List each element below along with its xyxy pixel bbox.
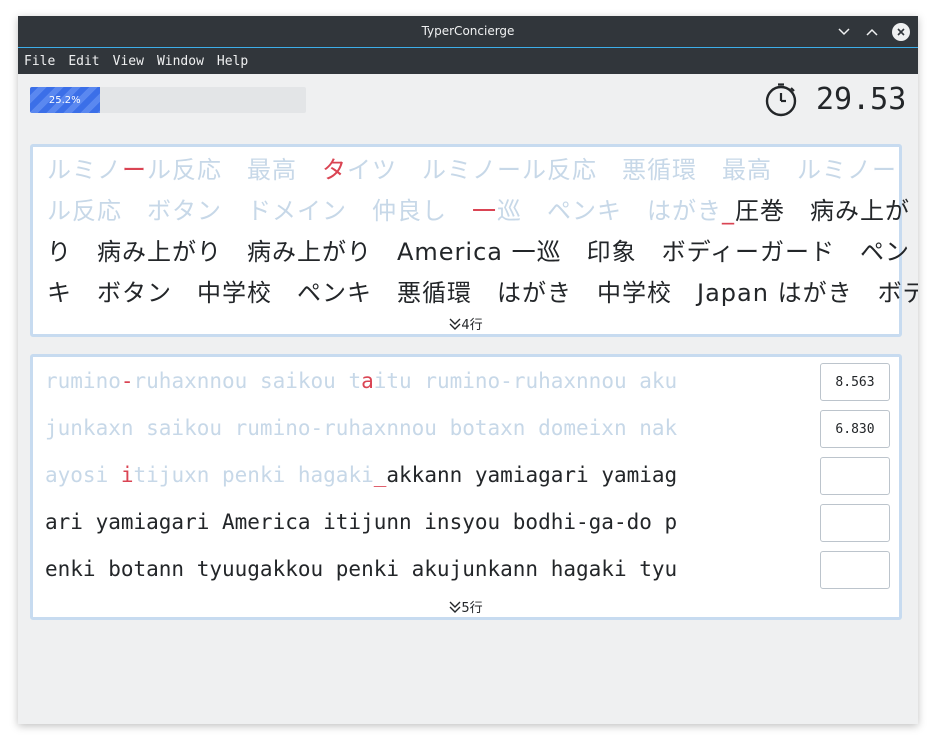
mistyped-char: タ	[322, 156, 347, 184]
stopwatch-icon	[765, 83, 797, 117]
app-window: TyperConcierge File Edit View Window Hel…	[18, 16, 918, 724]
typing-cursor: _	[722, 197, 735, 225]
romaji-line: rumino-ruhaxnnou saikou taitu rumino-ruh…	[45, 369, 677, 393]
expand-lines-label: 5行	[461, 601, 483, 616]
untyped-text: enki botann tyuugakkou penki akujunkann …	[45, 557, 678, 581]
japanese-line: ル反応 ボタン ドメイン 仲良し 一巡 ペンキ はがき_圧巻 病み上が	[47, 191, 910, 226]
mistyped-char: -	[120, 369, 134, 393]
expand-lines-label: 4行	[461, 318, 483, 333]
close-icon	[897, 28, 905, 36]
line-time-field[interactable]	[820, 457, 890, 495]
progress-label: 25.2%	[48, 94, 81, 106]
japanese-text-panel[interactable]: ルミノール反応 最高 タイツ ルミノール反応 悪循環 最高 ルミノー ル反応 ボ…	[30, 144, 918, 337]
romaji-line: ayosi itijuxn penki hagaki_akkann yamiag…	[45, 463, 677, 487]
typed-text: itu rumino-ruhaxnnou aku	[373, 369, 678, 393]
typed-text: ル反応 ボタン ドメイン 仲良し	[47, 197, 472, 225]
menu-edit[interactable]: Edit	[68, 54, 99, 69]
line-time-field[interactable]	[820, 504, 890, 542]
close-button[interactable]	[892, 23, 910, 41]
japanese-line: ルミノール反応 最高 タイツ ルミノール反応 悪循環 最高 ルミノー	[47, 150, 897, 185]
title-bar: TyperConcierge	[18, 16, 918, 48]
untyped-text: キ ボタン 中学校 ペンキ 悪循環 はがき 中学校 Japan はがき ボデ	[47, 279, 918, 307]
untyped-text: akkann yamiagari yamiag	[386, 463, 678, 487]
typed-text: 巡 ペンキ はがき	[497, 197, 722, 225]
double-chevron-down-icon	[449, 318, 461, 330]
menu-help[interactable]: Help	[217, 54, 248, 69]
timer-value: 29.53	[816, 82, 907, 117]
typed-text: ル反応 最高	[147, 156, 322, 184]
chevron-up-icon	[866, 28, 878, 36]
untyped-text: ari yamiagari America itijunn insyou bod…	[45, 510, 678, 534]
mistyped-char: 一	[472, 197, 497, 225]
romaji-line: junkaxn saikou rumino-ruhaxnnou botaxn d…	[45, 416, 677, 440]
progress-bar: 25.2%	[30, 87, 306, 113]
untyped-text: 圧巻 病み上が	[735, 197, 910, 225]
chevron-down-icon	[838, 28, 850, 36]
untyped-text: り 病み上がり 病み上がり America 一巡 印象 ボディーガード ペン	[47, 238, 910, 266]
mistyped-char: ー	[122, 156, 147, 184]
window-title: TyperConcierge	[421, 24, 515, 38]
expand-lines-button[interactable]: 5行	[33, 597, 899, 616]
mistyped-char: a	[361, 369, 374, 393]
menu-window[interactable]: Window	[157, 54, 204, 69]
menu-view[interactable]: View	[113, 54, 144, 69]
typed-text: ayosi	[45, 463, 121, 487]
typed-text: ルミノ	[47, 156, 122, 184]
menu-file[interactable]: File	[24, 54, 55, 69]
double-chevron-down-icon	[449, 601, 461, 613]
japanese-line: り 病み上がり 病み上がり America 一巡 印象 ボディーガード ペン	[47, 232, 910, 267]
maximize-button[interactable]	[862, 22, 882, 42]
mistyped-char: i	[120, 463, 134, 487]
line-time-field[interactable]: 6.830	[820, 410, 890, 448]
line-time-field[interactable]	[820, 551, 890, 589]
menu-bar: File Edit View Window Help	[18, 48, 918, 74]
minimize-button[interactable]	[834, 22, 854, 42]
line-time-field[interactable]: 8.563	[820, 363, 890, 401]
japanese-line: キ ボタン 中学校 ペンキ 悪循環 はがき 中学校 Japan はがき ボデ	[47, 273, 918, 308]
romaji-text-panel[interactable]: rumino-ruhaxnnou saikou taitu rumino-ruh…	[30, 354, 902, 620]
typed-text: ruhaxnnou saikou t	[133, 369, 362, 393]
typed-text: junkaxn saikou rumino-ruhaxnnou botaxn d…	[45, 416, 678, 440]
romaji-line: enki botann tyuugakkou penki akujunkann …	[45, 557, 677, 581]
typed-text: イツ ルミノール反応 悪循環 最高 ルミノー	[347, 156, 897, 184]
typed-text: rumino	[45, 369, 121, 393]
expand-lines-button[interactable]: 4行	[33, 314, 899, 333]
romaji-line: ari yamiagari America itijunn insyou bod…	[45, 510, 677, 534]
typed-text: tijuxn penki hagaki	[133, 463, 374, 487]
typing-cursor: _	[373, 463, 387, 487]
